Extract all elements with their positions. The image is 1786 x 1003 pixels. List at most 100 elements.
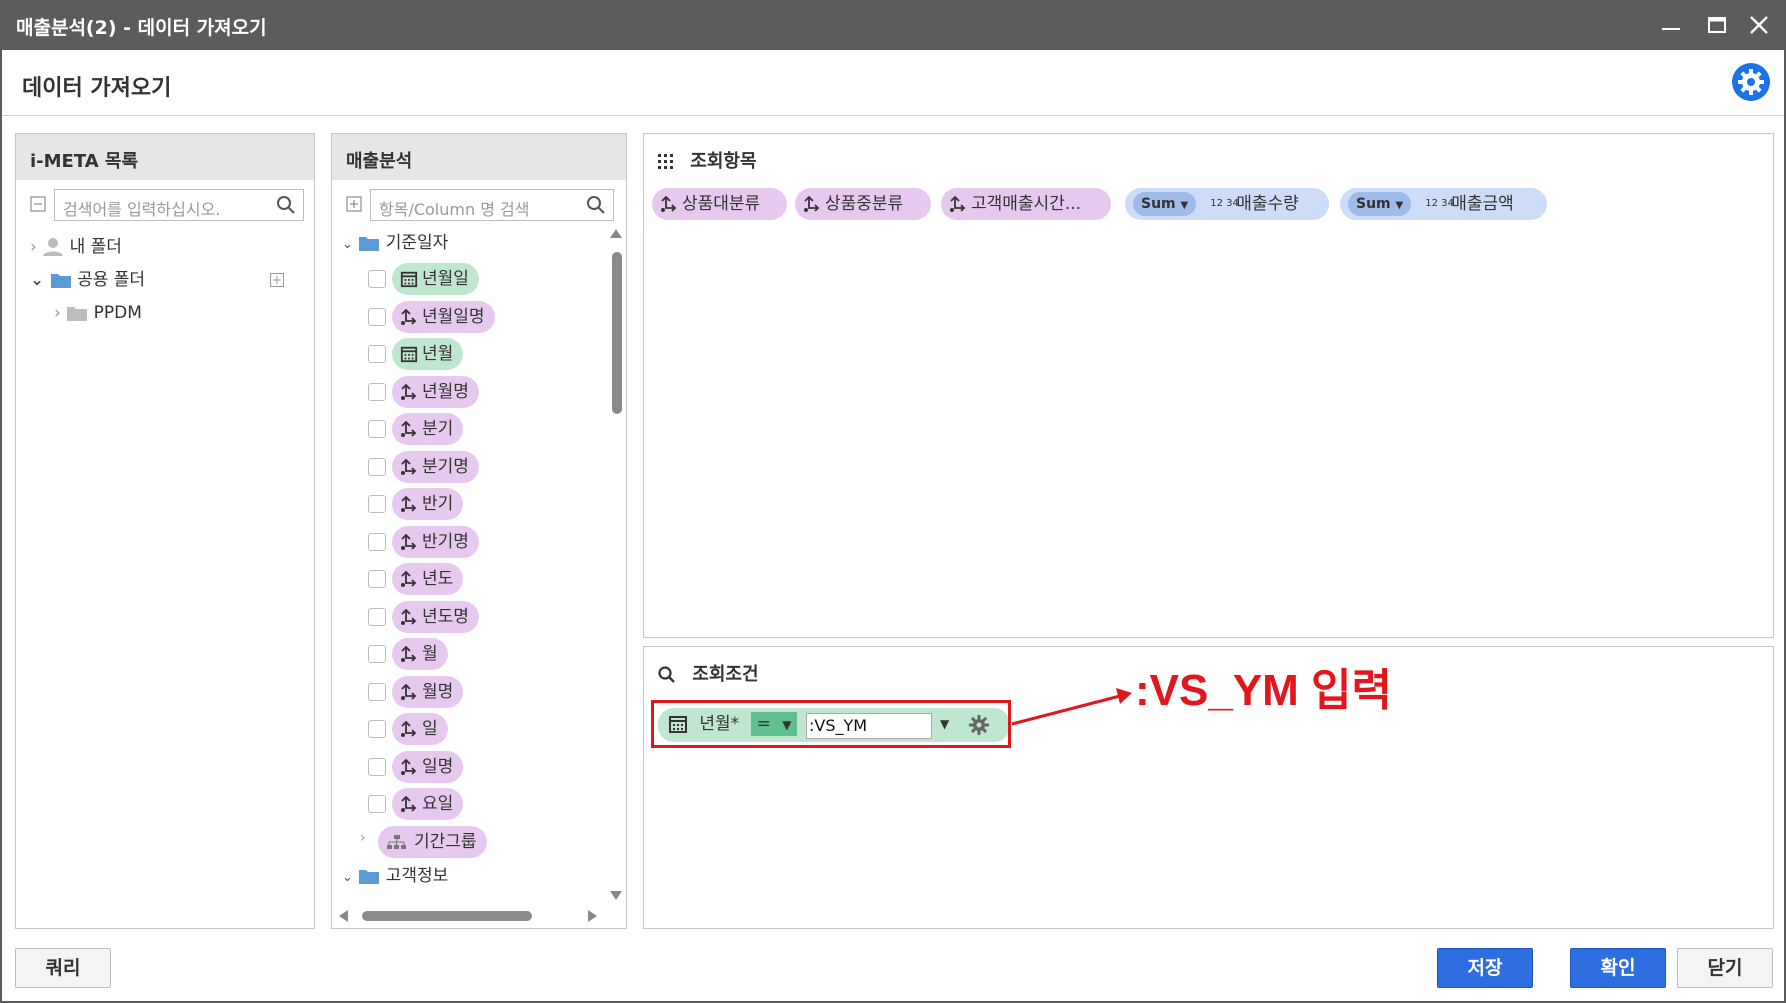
field-list-panel: 매출분석 항목/Column 명 검색 ⌄ 기준일자 년월일 년월일명 년월 년월명 분…: [331, 133, 627, 929]
dimension-icon: [401, 570, 417, 587]
aggregate-label: Sum: [1356, 196, 1391, 212]
close-icon[interactable]: [1744, 10, 1774, 40]
dimension-icon: [401, 458, 417, 475]
field-chip[interactable]: 년월일: [392, 263, 479, 295]
expand-all-icon[interactable]: [346, 196, 362, 212]
tree-label: 내 폴더: [69, 237, 122, 257]
query-dimension-chip[interactable]: 고객매출시간...: [941, 188, 1111, 220]
dimension-icon: [401, 533, 417, 550]
tree-label: 공용 폴더: [77, 270, 146, 290]
field-label: 년도: [422, 569, 454, 589]
field-checkbox[interactable]: [368, 608, 386, 626]
field-chip[interactable]: 분기명: [392, 451, 479, 483]
aggregate-select[interactable]: Sum ▼: [1133, 192, 1197, 216]
grid-icon: [658, 154, 673, 169]
query-items-panel: 조회항목 상품대분류 상품중분류 고객매출시간... Sum ▼ 12 34매출수량 Su…: [643, 133, 1774, 638]
chevron-down-icon: ▼: [1180, 200, 1189, 211]
field-checkbox[interactable]: [368, 270, 386, 288]
field-label: 기간그룹: [414, 832, 477, 852]
aggregate-select[interactable]: Sum ▼: [1348, 192, 1412, 216]
field-checkbox[interactable]: [368, 645, 386, 663]
query-dimension-chip[interactable]: 상품중분류: [795, 188, 931, 220]
field-group-chip[interactable]: 기간그룹: [378, 826, 487, 858]
save-button[interactable]: 저장: [1437, 948, 1533, 988]
query-measure-chip[interactable]: Sum ▼ 12 34매출수량: [1125, 188, 1329, 220]
field-checkbox[interactable]: [368, 458, 386, 476]
dimension-icon: [661, 195, 677, 212]
field-checkbox[interactable]: [368, 420, 386, 438]
folder-icon: [359, 237, 380, 251]
tree-item-public-folder[interactable]: ⌄ 공용 폴더: [30, 267, 145, 293]
dimension-icon: [401, 683, 417, 700]
field-chip[interactable]: 년월명: [392, 376, 479, 408]
tree-folder-customer[interactable]: ⌄ 고객정보: [342, 863, 448, 889]
chip-label: 상품대분류: [682, 194, 761, 214]
field-chip[interactable]: 월명: [392, 676, 464, 708]
query-button[interactable]: 쿼리: [15, 948, 111, 988]
search-icon[interactable]: [585, 194, 607, 216]
field-label: 년월명: [422, 382, 469, 402]
field-chip[interactable]: 월: [392, 638, 448, 670]
tree-label: 고객정보: [385, 866, 449, 886]
dimension-icon: [401, 795, 417, 812]
settings-button[interactable]: [1732, 63, 1770, 101]
annotation-highlight-box: [651, 700, 1011, 748]
dialog-window: 매출분석(2) - 데이터 가져오기 데이터 가져오기 i-META 목록 검색…: [0, 0, 1786, 1003]
annotation-arrow: [1011, 688, 1132, 726]
chip-label: 매출수량: [1236, 194, 1299, 214]
vertical-scrollbar[interactable]: [608, 226, 624, 906]
cond-panel-title: 조회조건: [692, 664, 759, 685]
horizontal-scrollbar[interactable]: [336, 908, 606, 924]
title-bar: 매출분석(2) - 데이터 가져오기: [2, 2, 1784, 50]
collapse-all-icon[interactable]: [30, 196, 46, 212]
field-label: 년도명: [422, 607, 469, 627]
field-chip[interactable]: 반기: [392, 488, 464, 520]
field-checkbox[interactable]: [368, 683, 386, 701]
field-chip[interactable]: 분기: [392, 413, 464, 445]
maximize-icon[interactable]: [1702, 10, 1732, 40]
field-checkbox[interactable]: [368, 495, 386, 513]
field-search-input[interactable]: 항목/Column 명 검색: [370, 189, 614, 221]
meta-search-input[interactable]: 검색어를 입력하십시오.: [54, 189, 304, 221]
close-button[interactable]: 닫기: [1677, 948, 1773, 988]
add-folder-icon[interactable]: [270, 273, 284, 287]
field-chip[interactable]: 년도: [392, 563, 464, 595]
search-icon[interactable]: [275, 194, 297, 216]
minimize-icon[interactable]: [1656, 10, 1686, 40]
query-measure-chip[interactable]: Sum ▼ 12 34매출금액: [1340, 188, 1547, 220]
field-label: 요일: [422, 794, 454, 814]
meta-search-placeholder: 검색어를 입력하십시오.: [63, 200, 221, 219]
expand-chevron-icon[interactable]: ›: [360, 830, 366, 846]
field-checkbox[interactable]: [368, 308, 386, 326]
folder-icon: [50, 274, 71, 288]
field-chip[interactable]: 일명: [392, 751, 464, 783]
meta-list-panel: i-META 목록 검색어를 입력하십시오. › 내 폴더 ⌄ 공용 폴더 › …: [15, 133, 315, 929]
field-label: 년월: [422, 344, 454, 364]
field-checkbox[interactable]: [368, 758, 386, 776]
field-chip[interactable]: 반기명: [392, 526, 479, 558]
field-chip[interactable]: 일: [392, 713, 448, 745]
dimension-icon: [401, 608, 417, 625]
field-chip[interactable]: 요일: [392, 788, 464, 820]
field-checkbox[interactable]: [368, 795, 386, 813]
field-chip[interactable]: 년월일명: [392, 301, 495, 333]
field-chip[interactable]: 년도명: [392, 601, 479, 633]
tree-folder-date[interactable]: ⌄ 기준일자: [342, 230, 448, 256]
tree-item-ppdm[interactable]: › PPDM: [54, 300, 142, 326]
calendar-icon: [400, 271, 418, 288]
tree-label: PPDM: [93, 303, 142, 323]
field-chip[interactable]: 년월: [392, 338, 464, 370]
numeric-icon: 12 34: [1425, 198, 1454, 209]
field-checkbox[interactable]: [368, 720, 386, 738]
field-checkbox[interactable]: [368, 345, 386, 363]
field-checkbox[interactable]: [368, 383, 386, 401]
field-checkbox[interactable]: [368, 570, 386, 588]
field-label: 년월일명: [422, 307, 485, 327]
dimension-icon: [401, 758, 417, 775]
query-dimension-chip[interactable]: 상품대분류: [652, 188, 787, 220]
ok-button[interactable]: 확인: [1570, 948, 1666, 988]
chip-label: 고객매출시간...: [971, 194, 1082, 214]
dimension-icon: [804, 195, 820, 212]
field-checkbox[interactable]: [368, 533, 386, 551]
tree-item-my-folder[interactable]: › 내 폴더: [30, 234, 122, 260]
